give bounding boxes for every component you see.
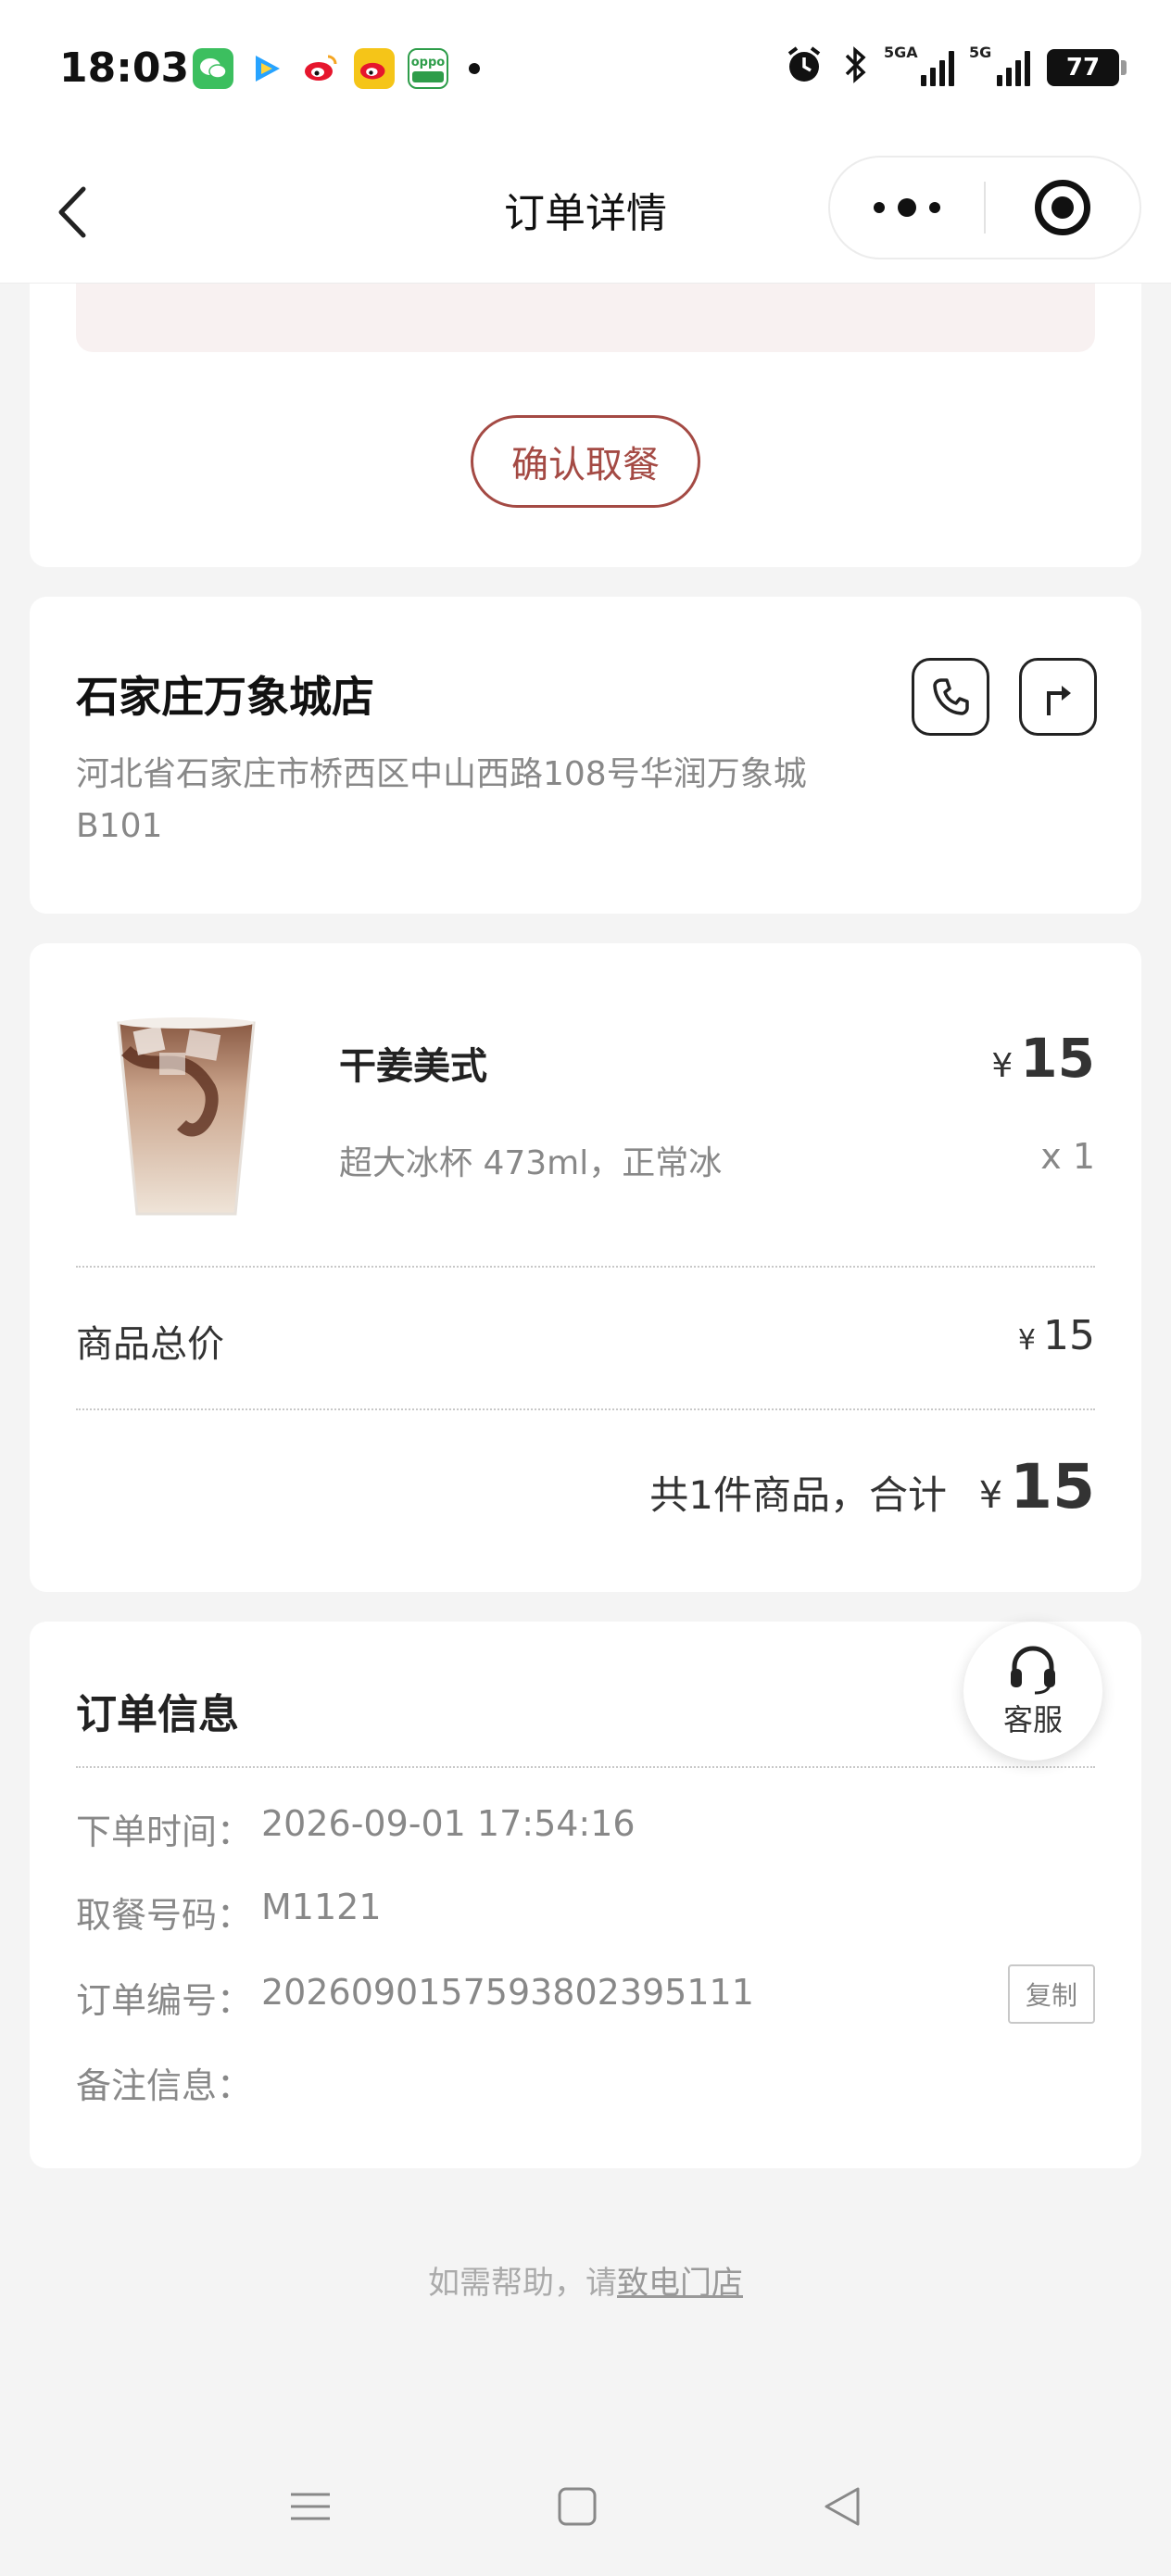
order-time-label: 下单时间： bbox=[76, 1812, 253, 1852]
currency-symbol: ¥ bbox=[991, 1047, 1014, 1085]
notification-icons: oppo bbox=[193, 48, 480, 89]
tencent-video-icon bbox=[246, 48, 287, 89]
triangle-back-icon bbox=[825, 2487, 860, 2526]
total-amount: 15 bbox=[1010, 1451, 1095, 1522]
oppo-label: oppo bbox=[410, 55, 446, 69]
status-bar: 18:03 oppo 5GA 5G 77 bbox=[0, 0, 1171, 139]
mini-program-capsule bbox=[828, 156, 1141, 259]
status-time: 18:03 bbox=[59, 44, 190, 92]
menu-icon bbox=[291, 2493, 330, 2520]
confirm-pickup-button[interactable]: 确认取餐 bbox=[471, 415, 700, 508]
product-price: ¥15 bbox=[991, 1027, 1095, 1090]
pickup-code-label: 取餐号码： bbox=[76, 1895, 253, 1936]
system-navigation-bar bbox=[0, 2428, 1171, 2576]
subtotal-amount: 15 bbox=[1043, 1312, 1095, 1359]
more-dots-icon bbox=[874, 202, 885, 213]
remark-row: 备注信息： bbox=[76, 2057, 261, 2108]
product-spec: 超大冰杯 473ml，正常冰 bbox=[339, 1144, 723, 1182]
more-notifications-dot bbox=[469, 63, 480, 74]
pickup-code-row: 取餐号码： M1121 bbox=[76, 1887, 382, 1938]
currency-symbol: ¥ bbox=[1017, 1324, 1036, 1357]
nav-bar: 订单详情 bbox=[0, 139, 1171, 284]
close-target-icon bbox=[1035, 180, 1090, 235]
pickup-info-strip bbox=[76, 284, 1095, 352]
pickup-code-value: M1121 bbox=[261, 1887, 382, 1927]
phone-icon bbox=[933, 678, 969, 715]
call-store-link[interactable]: 致电门店 bbox=[617, 2265, 743, 2302]
more-button[interactable] bbox=[830, 158, 984, 258]
wechat-icon bbox=[193, 48, 233, 89]
signal-5g-label: 5G bbox=[969, 44, 992, 61]
directions-icon bbox=[1047, 686, 1071, 715]
navigate-button[interactable] bbox=[1019, 658, 1097, 736]
customer-service-button[interactable]: 客服 bbox=[963, 1622, 1102, 1761]
order-number-value: 2026090157593802395111 bbox=[261, 1972, 754, 2013]
signal-5ga-label: 5GA bbox=[884, 44, 918, 61]
weibo-icon bbox=[354, 48, 395, 89]
oppo-icon: oppo bbox=[408, 48, 448, 89]
order-info-title: 订单信息 bbox=[76, 1691, 239, 1738]
signal-5ga-icon: 5GA bbox=[884, 44, 954, 86]
bluetooth-icon bbox=[841, 44, 869, 91]
close-button[interactable] bbox=[986, 158, 1140, 258]
help-text: 如需帮助，请致电门店 bbox=[0, 2257, 1171, 2303]
alarm-icon bbox=[784, 44, 825, 91]
subtotal-value: ¥15 bbox=[1018, 1312, 1095, 1359]
headset-icon bbox=[1011, 1646, 1055, 1695]
help-prefix: 如需帮助，请 bbox=[428, 2265, 617, 2302]
product-image bbox=[98, 995, 274, 1227]
system-back-button[interactable] bbox=[819, 2483, 865, 2530]
battery-icon: 77 bbox=[1047, 49, 1127, 86]
total-value: ¥15 bbox=[979, 1451, 1095, 1522]
order-number-row: 订单编号： 2026090157593802395111 bbox=[76, 1972, 754, 2023]
pickup-card: 确认取餐 bbox=[30, 284, 1141, 567]
home-button[interactable] bbox=[554, 2483, 600, 2530]
system-icons: 5GA 5G 77 bbox=[784, 44, 1127, 91]
store-card: 石家庄万象城店 河北省石家庄市桥西区中山西路108号华润万象城B101 bbox=[30, 597, 1141, 914]
signal-5g-icon: 5G bbox=[969, 44, 1030, 86]
divider bbox=[76, 1766, 1095, 1768]
product-quantity: x 1 bbox=[1040, 1136, 1095, 1177]
battery-level: 77 bbox=[1065, 54, 1101, 82]
remark-label: 备注信息： bbox=[76, 2065, 253, 2106]
customer-service-label: 客服 bbox=[1002, 1702, 1063, 1737]
subtotal-label: 商品总价 bbox=[76, 1323, 224, 1366]
total-label: 共1件商品，合计 bbox=[649, 1472, 947, 1518]
product-price-value: 15 bbox=[1020, 1027, 1095, 1090]
product-name: 干姜美式 bbox=[339, 1045, 487, 1088]
square-icon bbox=[558, 2487, 597, 2526]
recent-apps-button[interactable] bbox=[287, 2483, 334, 2530]
order-time-row: 下单时间： 2026-09-01 17:54:16 bbox=[76, 1803, 636, 1854]
order-number-label: 订单编号： bbox=[76, 1980, 253, 2021]
currency-symbol: ¥ bbox=[978, 1474, 1003, 1517]
store-address: 河北省石家庄市桥西区中山西路108号华润万象城B101 bbox=[76, 755, 807, 845]
weibo-icon bbox=[300, 48, 341, 89]
call-store-button[interactable] bbox=[912, 658, 989, 736]
divider bbox=[76, 1408, 1095, 1410]
divider bbox=[76, 1266, 1095, 1268]
order-items-card: 干姜美式 超大冰杯 473ml，正常冰 ¥15 x 1 商品总价 ¥15 共1件… bbox=[30, 943, 1141, 1592]
store-name: 石家庄万象城店 bbox=[76, 672, 374, 722]
copy-order-number-button[interactable]: 复制 bbox=[1008, 1964, 1095, 2024]
order-time-value: 2026-09-01 17:54:16 bbox=[261, 1803, 636, 1844]
